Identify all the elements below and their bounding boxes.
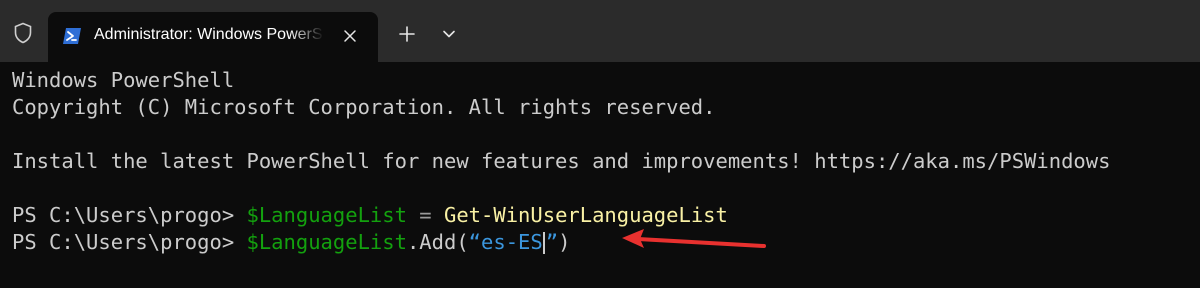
- prompt: PS C:\Users\progo>: [12, 230, 247, 254]
- variable-token: $LanguageList: [246, 203, 407, 227]
- tab-title: Administrator: Windows PowerShell: [94, 26, 324, 43]
- plus-icon: [399, 26, 415, 42]
- close-icon[interactable]: [338, 24, 362, 48]
- operator-token: =: [406, 203, 444, 227]
- tab-dropdown-button[interactable]: [434, 20, 464, 48]
- text-cursor: [542, 232, 545, 254]
- cmdlet-token: Get-WinUserLanguageList: [443, 203, 728, 227]
- red-arrow-annotation: [622, 229, 766, 248]
- close-paren: ): [558, 230, 571, 254]
- variable-token: $LanguageList: [246, 230, 407, 254]
- terminal-line-install-notice: Install the latest PowerShell for new fe…: [12, 149, 1111, 173]
- terminal-command-line-1: PS C:\Users\progo> $LanguageList = Get-W…: [12, 202, 728, 228]
- method-token: .Add(: [406, 230, 469, 254]
- terminal-command-line-2[interactable]: PS C:\Users\progo> $LanguageList.Add(“es…: [12, 229, 570, 255]
- string-token: “es-ES: [468, 230, 543, 254]
- title-bar: Administrator: Windows PowerShell: [0, 0, 1200, 62]
- terminal-output[interactable]: Windows PowerShell Copyright (C) Microso…: [0, 62, 1200, 288]
- tab-powershell[interactable]: Administrator: Windows PowerShell: [48, 12, 378, 62]
- powershell-icon: [62, 26, 82, 46]
- chevron-down-icon: [443, 30, 455, 38]
- terminal-line-header: Windows PowerShell: [12, 68, 235, 92]
- new-tab-button[interactable]: [392, 20, 422, 48]
- string-close-quote: ”: [545, 230, 559, 254]
- shield-icon: [8, 18, 38, 48]
- terminal-line-copyright: Copyright (C) Microsoft Corporation. All…: [12, 95, 716, 119]
- prompt: PS C:\Users\progo>: [12, 203, 247, 227]
